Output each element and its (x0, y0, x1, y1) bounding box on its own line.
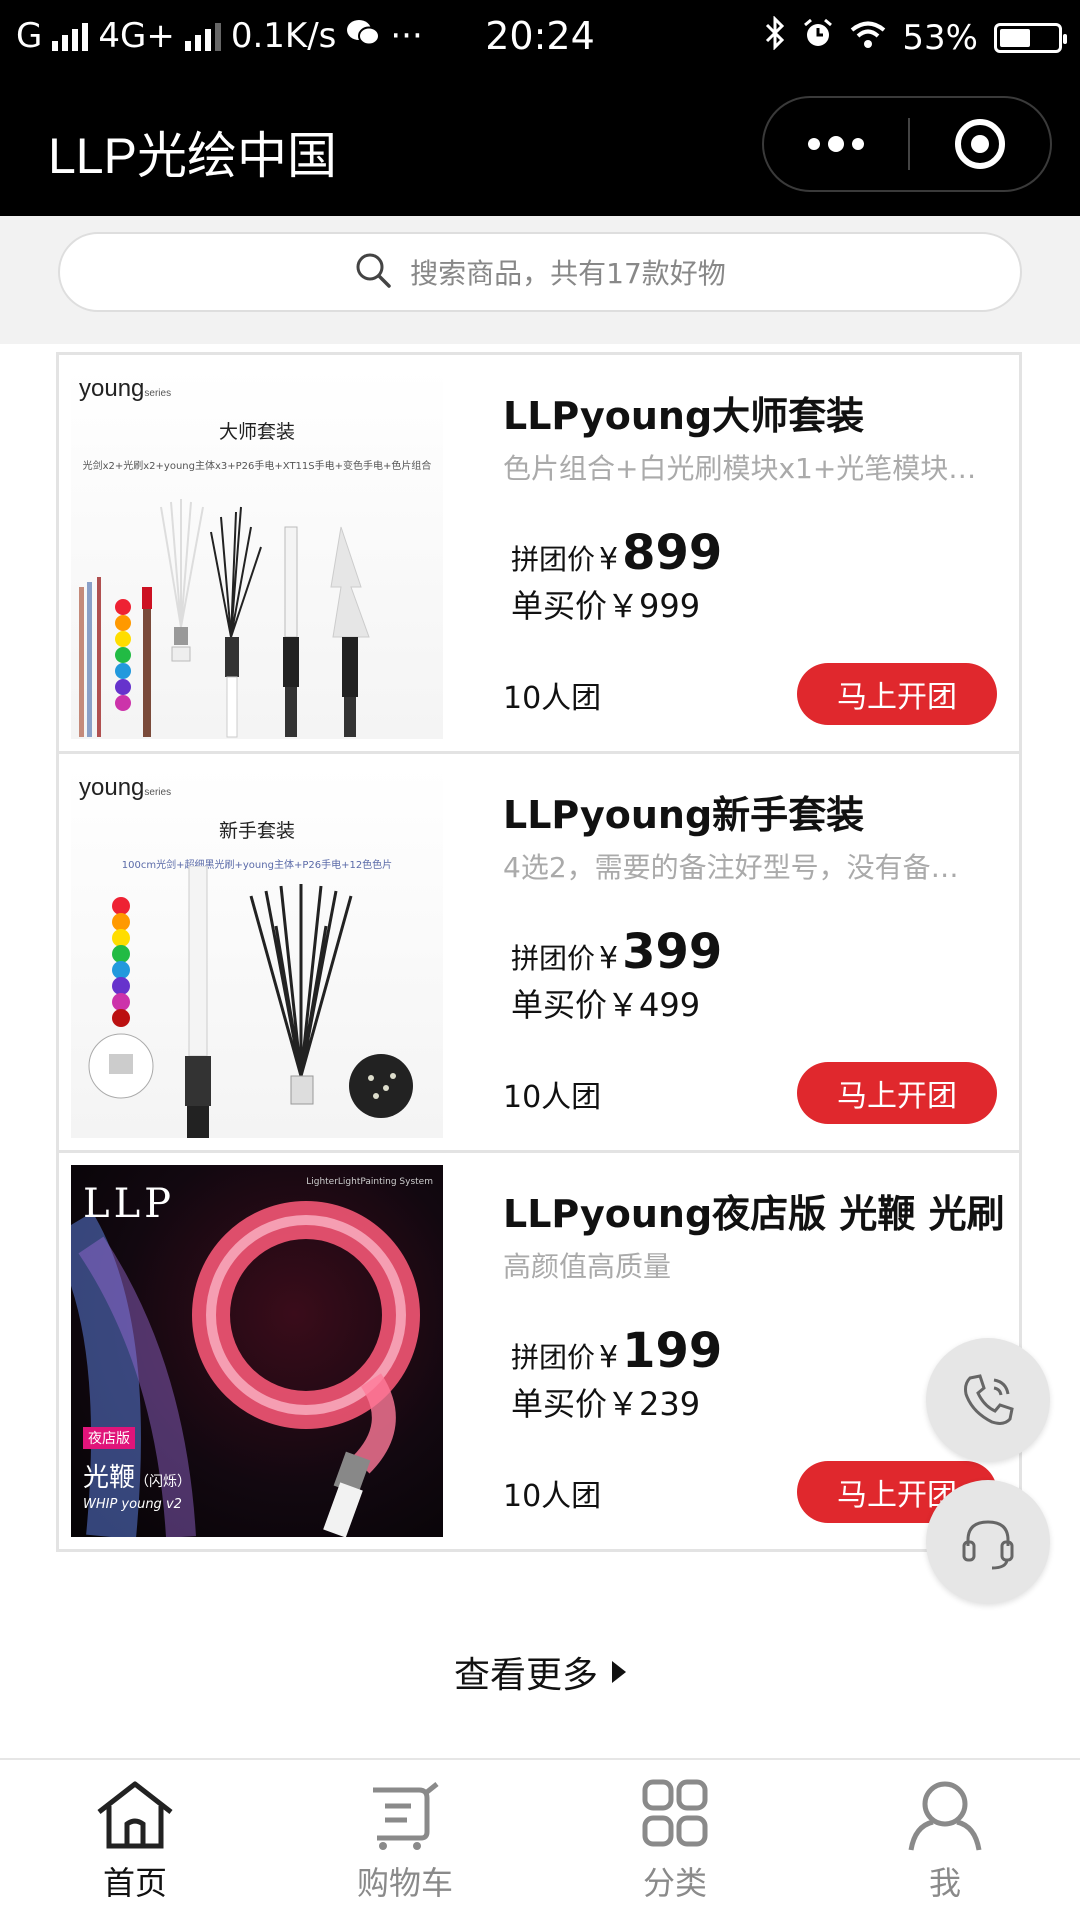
tab-cart[interactable]: 购物车 (270, 1760, 540, 1920)
brand-mark: youngseries (79, 774, 172, 801)
product-image[interactable]: youngseries 大师套装 光剑x2+光刷x2+young主体x3+P26… (71, 367, 443, 739)
home-icon (97, 1781, 173, 1849)
status-bar: G 4G+ 0.1K/s ··· 20:24 53% (0, 0, 1080, 78)
group-price: 拼团价 ¥ 199 (511, 1323, 722, 1379)
caret-right-icon (612, 1661, 626, 1683)
search-input[interactable]: 搜索商品，共有17款好物 (58, 232, 1022, 312)
battery-percent: 53% (902, 17, 978, 58)
customer-service-button[interactable] (926, 1480, 1050, 1604)
headset-icon (962, 1520, 1014, 1570)
single-price: 单买价￥239 (511, 1385, 701, 1423)
tab-label: 购物车 (356, 1864, 453, 1902)
phone-icon (964, 1374, 1014, 1425)
group-size: 10人团 (503, 681, 602, 716)
wifi-icon (850, 18, 886, 58)
view-more-link[interactable]: 查看更多 (0, 1646, 1080, 1698)
more-dot-icon (852, 138, 864, 150)
product-card[interactable]: LLP LighterLightPainting System 夜店版 光鞭（闪… (56, 1150, 1022, 1552)
group-price-label: 拼团价 (511, 1341, 596, 1374)
search-area: 搜索商品，共有17款好物 (0, 216, 1080, 344)
edition-tag: 夜店版 (83, 1427, 135, 1449)
tab-label: 分类 (642, 1864, 707, 1902)
group-price-amount: 399 (622, 924, 723, 980)
page-title: LLP光绘中国 (48, 128, 337, 184)
currency-symbol: ¥ (599, 941, 619, 976)
product-card[interactable]: youngseries 大师套装 光剑x2+光刷x2+young主体x3+P26… (56, 352, 1022, 754)
llp-logo: LLP (83, 1181, 176, 1227)
close-miniprogram-button[interactable] (910, 98, 1050, 190)
product-image[interactable]: LLP LighterLightPainting System 夜店版 光鞭（闪… (71, 1165, 443, 1537)
group-price-label: 拼团价 (511, 942, 596, 975)
group-price-amount: 199 (622, 1323, 723, 1379)
tab-bar: 首页 购物车 分类 我 (0, 1758, 1080, 1920)
single-price: 单买价￥499 (511, 986, 701, 1024)
group-price-amount: 899 (622, 525, 723, 581)
product-name[interactable]: LLPyoung夜店版 光鞭 光刷 (503, 1183, 1005, 1238)
kit-name: 新手套装 (218, 820, 295, 842)
currency-symbol: ¥ (599, 542, 619, 577)
currency-symbol: ¥ (599, 1340, 619, 1375)
tab-home[interactable]: 首页 (0, 1760, 270, 1920)
kit-name: 大师套装 (218, 421, 295, 443)
call-button[interactable] (926, 1338, 1050, 1462)
target-icon (955, 119, 1005, 169)
product-description: 高颜值高质量 (503, 1250, 672, 1283)
group-price: 拼团价 ¥ 399 (511, 924, 722, 980)
bluetooth-icon (764, 15, 786, 59)
group-size: 10人团 (503, 1479, 602, 1514)
tab-category[interactable]: 分类 (540, 1760, 810, 1920)
group-size: 10人团 (503, 1080, 602, 1115)
search-placeholder: 搜索商品，共有17款好物 (410, 257, 726, 290)
profile-icon (908, 1781, 982, 1851)
product-photo-icon (88, 866, 413, 1138)
miniprogram-capsule (762, 96, 1052, 192)
product-description: 4选2，需要的备注好型号，没有备… (503, 851, 959, 884)
product-name[interactable]: LLPyoung新手套装 (503, 784, 864, 839)
tab-profile[interactable]: 我 (810, 1760, 1080, 1920)
system-caption: LighterLightPainting System (306, 1177, 433, 1187)
product-name[interactable]: LLPyoung大师套装 (503, 385, 864, 440)
whip-title: 光鞭（闪烁） (83, 1463, 192, 1493)
search-icon (354, 251, 392, 293)
product-photo-icon (79, 499, 370, 738)
battery-icon (994, 22, 1067, 53)
product-list: youngseries 大师套装 光剑x2+光刷x2+young主体x3+P26… (56, 352, 1022, 1552)
tab-label: 我 (928, 1864, 961, 1902)
product-image[interactable]: youngseries 新手套装 100cm光剑+超细黑光刷+young主体+P… (71, 766, 443, 1138)
more-dot-icon (808, 138, 820, 150)
view-more-label: 查看更多 (453, 1655, 598, 1696)
single-price: 单买价￥999 (511, 587, 701, 625)
group-price: 拼团价 ¥ 899 (511, 525, 722, 581)
start-group-button[interactable]: 马上开团 (797, 663, 997, 725)
kit-spec: 光剑x2+光刷x2+young主体x3+P26手电+XT11S手电+变色手电+色… (82, 461, 432, 472)
group-price-label: 拼团价 (511, 543, 596, 576)
category-icon (642, 1779, 708, 1847)
brand-mark: youngseries (79, 375, 172, 402)
more-menu-button[interactable] (764, 98, 908, 190)
cart-icon (373, 1782, 439, 1850)
more-dot-icon (828, 136, 844, 152)
tab-label: 首页 (102, 1864, 167, 1902)
alarm-icon (802, 17, 834, 58)
product-card[interactable]: youngseries 新手套装 100cm光剑+超细黑光刷+young主体+P… (56, 751, 1022, 1153)
product-description: 色片组合+白光刷模块x1+光笔模块… (503, 452, 977, 485)
whip-subtitle: WHIP young v2 (83, 1497, 182, 1512)
title-bar: LLP光绘中国 (0, 78, 1080, 216)
start-group-button[interactable]: 马上开团 (797, 1062, 997, 1124)
